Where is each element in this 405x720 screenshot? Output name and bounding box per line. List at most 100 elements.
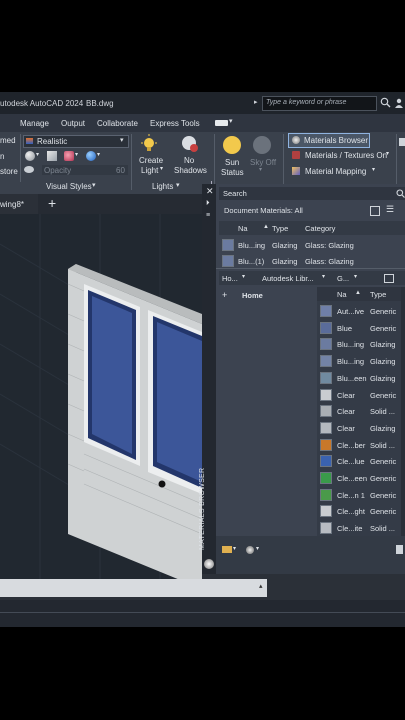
- tab-express-tools[interactable]: Express Tools: [150, 119, 200, 128]
- column-header-type[interactable]: Type: [272, 224, 288, 233]
- sphere-icon[interactable]: [25, 151, 35, 161]
- library-material-row[interactable]: Blue Generic: [317, 320, 405, 335]
- ribbon-partial-label-2[interactable]: n: [0, 152, 4, 161]
- library-scrollbar[interactable]: [401, 287, 405, 536]
- library-material-row[interactable]: Cle...lue Generic: [317, 453, 405, 468]
- tab-output[interactable]: Output: [61, 119, 85, 128]
- sort-up-icon[interactable]: ▲: [355, 290, 361, 296]
- column-header-category[interactable]: Category: [305, 224, 335, 233]
- chevron-down-icon[interactable]: ▾: [160, 165, 163, 172]
- ribbon-partial-label-3[interactable]: store: [0, 167, 18, 176]
- user-icon[interactable]: [394, 98, 404, 108]
- xray-icon[interactable]: [24, 166, 34, 173]
- mapping-icon[interactable]: [292, 167, 300, 175]
- close-icon[interactable]: ✕: [206, 186, 214, 197]
- library-material-row[interactable]: Clear Solid ...: [317, 403, 405, 418]
- editor-toggle-icon[interactable]: [396, 545, 403, 554]
- color-sphere-icon[interactable]: [86, 151, 96, 161]
- library-material-row[interactable]: Clear Glazing: [317, 420, 405, 435]
- create-material-sphere-icon[interactable]: [246, 546, 254, 554]
- chevron-down-icon[interactable]: ▾: [259, 166, 262, 173]
- doc-material-row[interactable]: Blu...(1) Glazing Glass: Glazing: [219, 253, 405, 267]
- chevron-down-icon[interactable]: ▾: [36, 151, 39, 158]
- column-header-type[interactable]: Type: [370, 290, 386, 299]
- library-material-row[interactable]: Cle...n 1 Generic: [317, 487, 405, 502]
- command-line[interactable]: ▴: [0, 579, 267, 597]
- list-view-icon[interactable]: ☰: [386, 204, 394, 215]
- search-box[interactable]: Type a keyword or phrase: [262, 96, 377, 111]
- column-header-name[interactable]: Na: [238, 224, 248, 233]
- chevron-down-icon[interactable]: ▾: [229, 117, 233, 125]
- search-icon[interactable]: [380, 97, 391, 108]
- auto-hide-icon[interactable]: ⏵: [206, 200, 210, 208]
- library-material-row[interactable]: Aut...ive Generic: [317, 303, 405, 318]
- chevron-down-icon[interactable]: ▾: [176, 181, 180, 189]
- drawing-tab[interactable]: wing8*: [0, 194, 38, 214]
- tab-collaborate[interactable]: Collaborate: [97, 119, 138, 128]
- chevron-down-icon[interactable]: ▾: [242, 273, 245, 280]
- library-dropdown[interactable]: Autodesk Libr...: [262, 274, 314, 283]
- library-material-row[interactable]: Clear Generic: [317, 387, 405, 402]
- no-shadows-label-2[interactable]: Shadows: [174, 166, 207, 175]
- view-options-icon[interactable]: [384, 274, 394, 283]
- column-header-name[interactable]: Na: [337, 290, 347, 299]
- cube-icon[interactable]: [47, 151, 57, 161]
- group-dropdown[interactable]: G...: [337, 274, 349, 283]
- no-shadows-icon[interactable]: [180, 134, 200, 154]
- texture-icon[interactable]: [64, 151, 74, 161]
- sky-off-label[interactable]: Sky Off: [250, 158, 276, 167]
- library-rows: Aut...ive Generic Blue Generic Blu...ing Glaz…: [317, 303, 405, 537]
- create-light-label-2[interactable]: Light: [141, 166, 158, 175]
- home-dropdown[interactable]: Ho...: [222, 274, 238, 283]
- chevron-down-icon[interactable]: ▾: [97, 151, 100, 158]
- create-light-label-1[interactable]: Create: [139, 156, 163, 165]
- ribbon-partial-label-1[interactable]: med: [0, 136, 16, 145]
- material-search-input[interactable]: Search: [219, 187, 405, 200]
- document-materials-label[interactable]: Document Materials: All: [224, 206, 303, 215]
- visual-style-dropdown[interactable]: Realistic ▾: [23, 135, 129, 148]
- ribbon-edge-icon[interactable]: [399, 138, 405, 146]
- panel-lights-label[interactable]: Lights: [152, 182, 173, 191]
- tab-manage[interactable]: Manage: [20, 119, 49, 128]
- library-material-name: Blu...ing: [337, 340, 365, 350]
- chevron-down-icon[interactable]: ▾: [372, 166, 375, 173]
- sky-off-icon[interactable]: [253, 136, 271, 154]
- textures-icon[interactable]: [292, 151, 300, 159]
- library-material-row[interactable]: Blu...een Glazing: [317, 370, 405, 385]
- library-material-row[interactable]: Blu...ing Glazing: [317, 353, 405, 368]
- library-material-row[interactable]: Cle...ght Generic: [317, 503, 405, 518]
- chevron-down-icon[interactable]: ▾: [354, 273, 357, 280]
- materials-browser-button[interactable]: Materials Browser: [288, 133, 370, 148]
- chevron-down-icon[interactable]: ▾: [322, 273, 325, 280]
- ribbon-options-icon[interactable]: [215, 120, 228, 126]
- sun-icon[interactable]: [223, 136, 241, 154]
- create-material-icon[interactable]: [370, 206, 380, 216]
- no-shadows-label-1[interactable]: No: [184, 156, 194, 165]
- chevron-down-icon[interactable]: ▾: [233, 545, 236, 552]
- sun-status-label-2[interactable]: Status: [221, 168, 244, 177]
- material-mapping-label[interactable]: Material Mapping: [305, 167, 366, 176]
- chevron-down-icon[interactable]: ▾: [75, 151, 78, 158]
- library-material-row[interactable]: Blu...ing Glazing: [317, 336, 405, 351]
- opacity-slider[interactable]: Opacity 60: [42, 165, 128, 175]
- sun-status-label-1[interactable]: Sun: [225, 158, 239, 167]
- chevron-down-icon[interactable]: ▾: [386, 150, 389, 157]
- doc-material-row[interactable]: Blu...ing Glazing Glass: Glazing: [219, 237, 405, 252]
- new-tab-plus-icon[interactable]: +: [48, 195, 56, 211]
- library-material-row[interactable]: Cle...ber Solid ...: [317, 437, 405, 452]
- materials-textures-label[interactable]: Materials / Textures On: [305, 151, 387, 160]
- create-light-icon[interactable]: [139, 134, 159, 154]
- materials-palette-icon: [204, 559, 214, 569]
- chevron-down-icon[interactable]: ▾: [256, 545, 259, 552]
- sort-up-icon[interactable]: ▲: [263, 224, 269, 230]
- chevron-down-icon[interactable]: ▾: [92, 181, 96, 189]
- folder-icon[interactable]: [222, 546, 232, 553]
- tree-home[interactable]: Home: [242, 291, 263, 300]
- chevron-up-icon[interactable]: ▴: [259, 582, 263, 590]
- expand-plus-icon[interactable]: +: [222, 290, 227, 300]
- library-material-row[interactable]: Cle...ite Solid ...: [317, 520, 405, 535]
- properties-icon[interactable]: ≡: [206, 212, 210, 219]
- panel-visual-styles-label[interactable]: Visual Styles: [46, 182, 92, 191]
- drawing-viewport[interactable]: [0, 214, 203, 589]
- library-material-row[interactable]: Cle...een Generic: [317, 470, 405, 485]
